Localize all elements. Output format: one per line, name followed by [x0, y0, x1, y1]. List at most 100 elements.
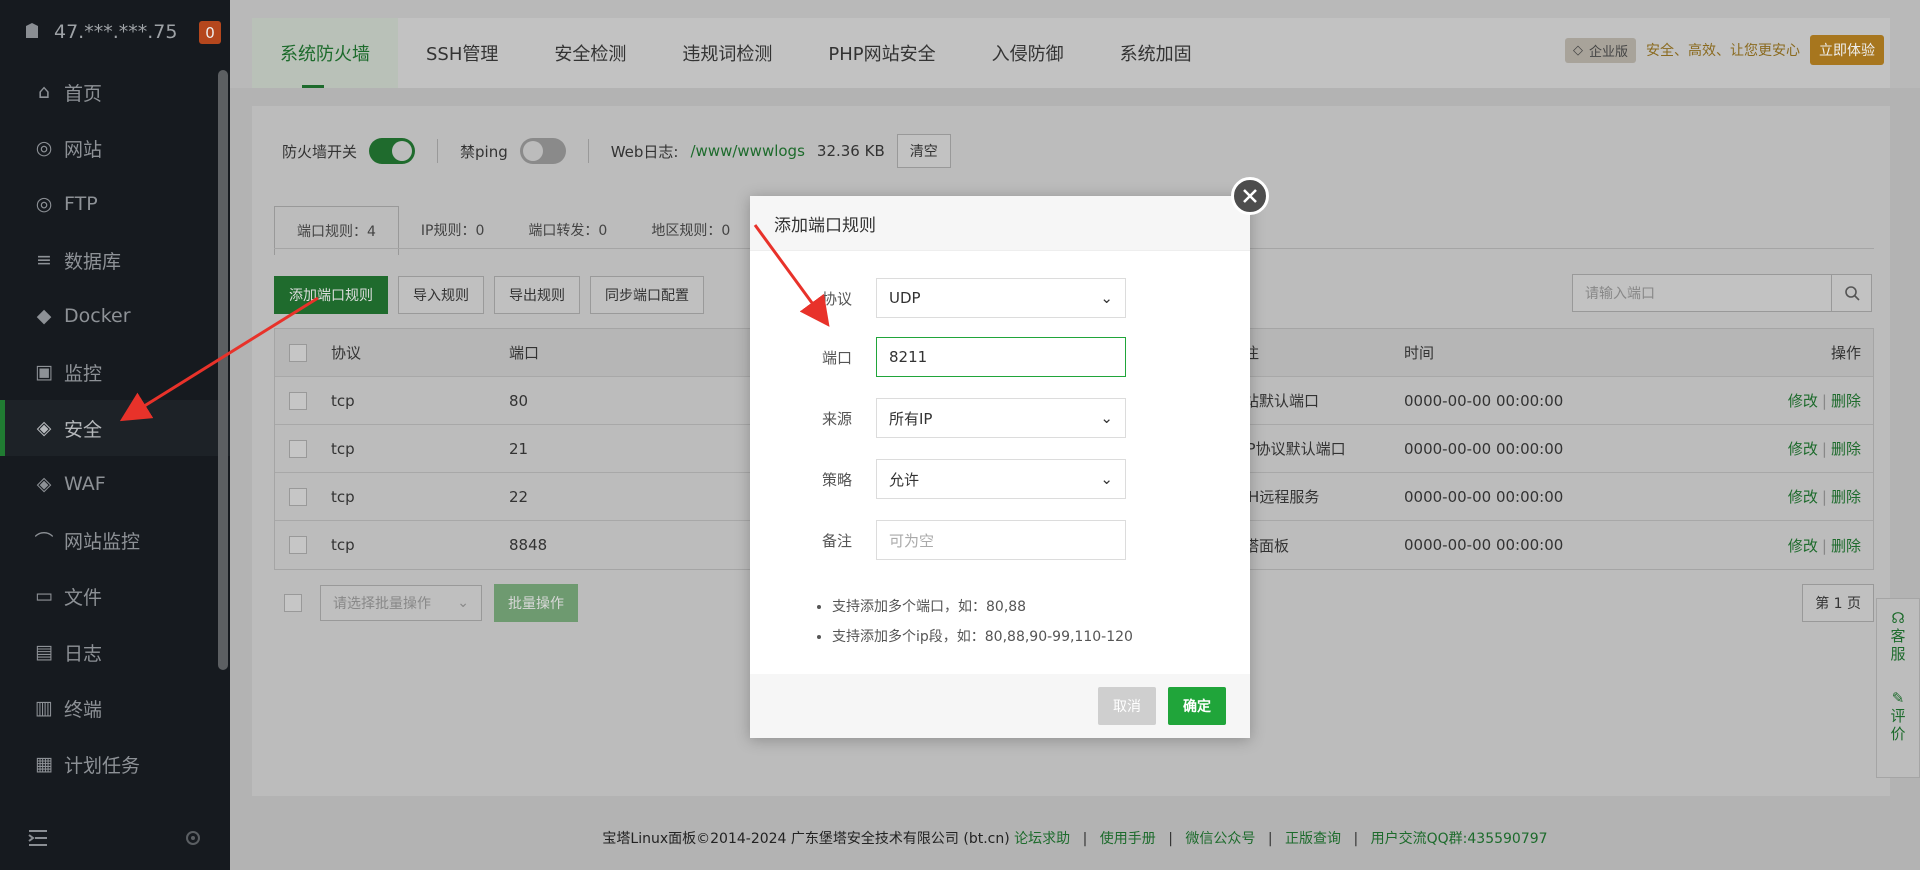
policy-select[interactable]: 允许 ⌄	[876, 459, 1126, 499]
cell-note: FTP协议默认端口	[1229, 440, 1346, 458]
cell-time: 0000-00-00 00:00:00	[1404, 487, 1564, 506]
policy-label: 策略	[821, 470, 852, 489]
sidebar-item-cron[interactable]: ▦ 计划任务	[0, 736, 230, 792]
sidebar-item-terminal[interactable]: ▥ 终端	[0, 680, 230, 736]
sidebar-item-ftp[interactable]: ◎ FTP	[0, 176, 230, 232]
note-row: 备注 可为空	[750, 520, 1250, 560]
cell-operation: 修改 | 删除	[1594, 438, 1873, 459]
source-select[interactable]: 所有IP ⌄	[876, 398, 1126, 438]
manual-link[interactable]: 使用手册	[1100, 831, 1156, 847]
tab-system-firewall[interactable]: 系统防火墙	[252, 18, 398, 88]
export-rules-button[interactable]: 导出规则	[494, 276, 580, 314]
row-checkbox[interactable]	[289, 536, 307, 554]
try-now-button[interactable]: 立即体验	[1810, 35, 1884, 65]
sidebar-item-docker[interactable]: ◆ Docker	[0, 288, 230, 344]
sidebar-item-website[interactable]: ◎ 网站	[0, 120, 230, 176]
sidebar-item-monitor[interactable]: ▣ 监控	[0, 344, 230, 400]
tab-ssh[interactable]: SSH管理	[398, 18, 526, 88]
chevron-down-icon: ⌄	[457, 595, 469, 611]
clear-log-button[interactable]: 清空	[896, 134, 951, 168]
close-dialog-button[interactable]	[1231, 177, 1269, 215]
chart-icon: ⌒	[34, 530, 54, 553]
port-input[interactable]: 8211	[876, 337, 1126, 377]
tab-security-check[interactable]: 安全检测	[526, 18, 654, 88]
sidebar-item-label: 计划任务	[64, 754, 141, 777]
port-search-input[interactable]: 请输入端口	[1572, 274, 1872, 312]
notification-badge[interactable]: 0	[199, 21, 221, 44]
sidebar-item-label: FTP	[64, 193, 98, 215]
import-rules-button[interactable]: 导入规则	[398, 276, 484, 314]
cancel-button[interactable]: 取消	[1098, 687, 1156, 725]
review-char: 价	[1890, 725, 1906, 743]
tab-intrusion[interactable]: 入侵防御	[964, 18, 1092, 88]
sidebar-item-label: 网站	[64, 138, 103, 161]
tab-word-check[interactable]: 违规词检测	[654, 18, 800, 88]
sidebar-item-site-monitor[interactable]: ⌒ 网站监控	[0, 512, 230, 568]
action-buttons: 添加端口规则 导入规则 导出规则 同步端口配置	[274, 276, 704, 314]
wechat-link[interactable]: 微信公众号	[1185, 831, 1255, 847]
server-header[interactable]: 47.***.***.75	[0, 0, 230, 64]
dialog-title: 添加端口规则	[750, 196, 1250, 251]
row-checkbox[interactable]	[289, 439, 307, 458]
confirm-button[interactable]: 确定	[1168, 687, 1226, 725]
qq-group-number[interactable]: 435590797	[1467, 831, 1547, 847]
tab-php-security[interactable]: PHP网站安全	[800, 18, 963, 88]
weblog-size: 32.36 KB	[816, 142, 885, 160]
customer-service-button[interactable]: ☊ 客 服	[1890, 609, 1905, 663]
delete-link[interactable]: 删除	[1831, 392, 1861, 410]
weblog-label: Web日志:	[610, 142, 679, 161]
row-checkbox[interactable]	[289, 487, 307, 506]
review-button[interactable]: ✎ 评 价	[1890, 689, 1905, 743]
port-row: 端口 8211	[750, 337, 1250, 377]
divider	[437, 139, 439, 163]
delete-link[interactable]: 删除	[1831, 488, 1861, 506]
cell-note: SSH远程服务	[1229, 488, 1320, 506]
col-note: 备注	[1229, 342, 1404, 363]
sidebar-item-logs[interactable]: ▤ 日志	[0, 624, 230, 680]
tip-item: 支持添加多个ip段，如：80,88,90-99,110-120	[832, 622, 1133, 652]
sidebar-item-security[interactable]: ◈ 安全	[0, 400, 230, 456]
op-separator: |	[1821, 440, 1827, 458]
bulk-select-checkbox[interactable]	[284, 594, 302, 612]
sidebar-item-home[interactable]: ⌂ 首页	[0, 64, 230, 120]
sidebar-footer	[0, 806, 230, 870]
select-all-checkbox[interactable]	[289, 343, 307, 362]
add-port-rule-button[interactable]: 添加端口规则	[274, 276, 388, 314]
forum-link[interactable]: 论坛求助	[1014, 831, 1070, 847]
sidebar-item-files[interactable]: ▭ 文件	[0, 568, 230, 624]
firewall-toggle[interactable]	[369, 138, 416, 164]
sync-port-config-button[interactable]: 同步端口配置	[590, 276, 704, 314]
policy-row: 策略 允许 ⌄	[750, 459, 1250, 499]
sidebar-item-database[interactable]: ≡ 数据库	[0, 232, 230, 288]
weblog-path-link[interactable]: /www/wwwlogs	[691, 142, 805, 160]
edit-link[interactable]: 修改	[1788, 392, 1818, 410]
delete-link[interactable]: 删除	[1831, 440, 1861, 458]
sidebar-scrollbar[interactable]	[218, 70, 228, 670]
delete-link[interactable]: 删除	[1831, 537, 1861, 555]
op-separator: |	[1821, 488, 1827, 506]
ping-toggle[interactable]	[519, 138, 566, 164]
search-button[interactable]	[1831, 275, 1871, 311]
sidebar-item-label: 日志	[64, 642, 103, 665]
protocol-select[interactable]: UDP ⌄	[876, 278, 1126, 318]
note-input[interactable]: 可为空	[876, 520, 1126, 560]
edit-link[interactable]: 修改	[1788, 537, 1818, 555]
collapse-menu-icon[interactable]	[28, 829, 48, 847]
firewall-switch-label: 防火墙开关	[282, 142, 358, 161]
sidebar-item-label: 监控	[64, 362, 103, 385]
cell-note: 宝塔面板	[1229, 536, 1290, 555]
globe-icon: ◎	[35, 137, 53, 159]
sidebar-item-waf[interactable]: ◈ WAF	[0, 456, 230, 512]
bulk-action-button[interactable]: 批量操作	[494, 584, 578, 622]
bulk-action-select[interactable]: 请选择批量操作 ⌄	[320, 585, 482, 621]
settings-icon[interactable]	[184, 829, 202, 847]
sidebar-item-label: Docker	[64, 305, 131, 327]
edit-link[interactable]: 修改	[1788, 488, 1818, 506]
cell-time: 0000-00-00 00:00:00	[1404, 439, 1564, 458]
protocol-value: UDP	[889, 289, 921, 307]
tab-hardening[interactable]: 系统加固	[1092, 18, 1220, 88]
edit-link[interactable]: 修改	[1788, 440, 1818, 458]
pagination[interactable]: 第 1 页	[1802, 584, 1874, 622]
license-check-link[interactable]: 正版查询	[1285, 831, 1341, 847]
row-checkbox[interactable]	[289, 391, 307, 410]
